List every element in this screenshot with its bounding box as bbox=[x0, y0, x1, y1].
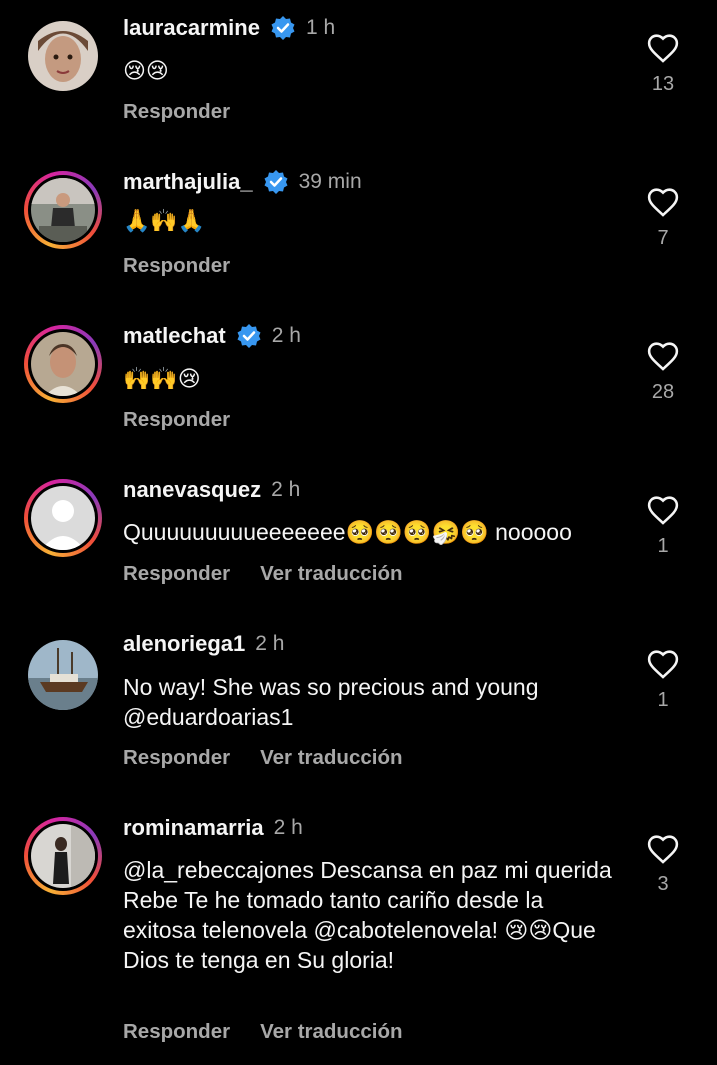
timestamp: 2 h bbox=[255, 632, 285, 655]
reply-button[interactable]: Responder bbox=[123, 746, 230, 770]
like-count: 1 bbox=[657, 689, 669, 711]
heart-outline-icon[interactable] bbox=[646, 340, 680, 374]
translate-button[interactable]: Ver traducción bbox=[260, 746, 402, 770]
translate-button[interactable]: Ver traducción bbox=[260, 1020, 402, 1044]
timestamp: 1 h bbox=[305, 16, 336, 39]
heart-outline-icon[interactable] bbox=[646, 186, 680, 220]
username[interactable]: nanevasquez bbox=[123, 477, 261, 503]
comment-text: 😢😢 bbox=[123, 58, 169, 83]
heart-outline-icon[interactable] bbox=[646, 494, 680, 528]
comment-text: No way! She was so precious and young @e… bbox=[123, 674, 539, 730]
verified-badge-icon bbox=[237, 324, 261, 348]
username[interactable]: lauracarmine bbox=[123, 15, 260, 41]
avatar-photo-icon bbox=[28, 21, 98, 91]
heart-outline-icon[interactable] bbox=[646, 32, 680, 66]
username[interactable]: matlechat bbox=[123, 323, 226, 349]
comment-text: 🙏🙌🙏 bbox=[123, 208, 206, 233]
reply-button[interactable]: Responder bbox=[123, 1020, 230, 1044]
avatar[interactable] bbox=[24, 171, 102, 249]
avatar[interactable] bbox=[24, 636, 102, 714]
username[interactable]: alenoriega1 bbox=[123, 631, 245, 657]
avatar[interactable] bbox=[24, 479, 102, 557]
avatar[interactable] bbox=[24, 17, 102, 95]
reply-button[interactable]: Responder bbox=[123, 100, 230, 124]
default-avatar-icon bbox=[31, 486, 95, 550]
timestamp: 39 min bbox=[298, 170, 362, 193]
like-count: 13 bbox=[651, 73, 675, 95]
avatar[interactable] bbox=[24, 817, 102, 895]
avatar-photo-icon bbox=[31, 824, 95, 888]
like-count: 1 bbox=[657, 535, 669, 557]
like-count: 3 bbox=[657, 873, 669, 895]
reply-button[interactable]: Responder bbox=[123, 408, 230, 432]
verified-badge-icon bbox=[264, 170, 288, 194]
heart-outline-icon[interactable] bbox=[646, 648, 680, 682]
timestamp: 2 h bbox=[271, 478, 301, 501]
comment-text: 🙌🙌😢 bbox=[123, 366, 201, 391]
verified-badge-icon bbox=[271, 16, 295, 40]
reply-button[interactable]: Responder bbox=[123, 562, 230, 586]
heart-outline-icon[interactable] bbox=[646, 833, 680, 867]
avatar-photo-icon bbox=[31, 178, 95, 242]
timestamp: 2 h bbox=[273, 816, 303, 839]
username[interactable]: marthajulia_ bbox=[123, 169, 253, 195]
like-count: 7 bbox=[657, 227, 669, 249]
username[interactable]: rominamarria bbox=[123, 815, 264, 841]
timestamp: 2 h bbox=[271, 324, 301, 347]
comment-text: @la_rebeccajones Descansa en paz mi quer… bbox=[123, 857, 612, 973]
reply-button[interactable]: Responder bbox=[123, 254, 230, 278]
avatar-photo-icon bbox=[28, 640, 98, 710]
translate-button[interactable]: Ver traducción bbox=[260, 562, 402, 586]
avatar[interactable] bbox=[24, 325, 102, 403]
like-count: 28 bbox=[651, 381, 675, 403]
comment-text: Quuuuuuuuueeeeeee🥺🥺🥺🤧🥺 nooooo bbox=[123, 519, 572, 545]
avatar-photo-icon bbox=[31, 332, 95, 396]
